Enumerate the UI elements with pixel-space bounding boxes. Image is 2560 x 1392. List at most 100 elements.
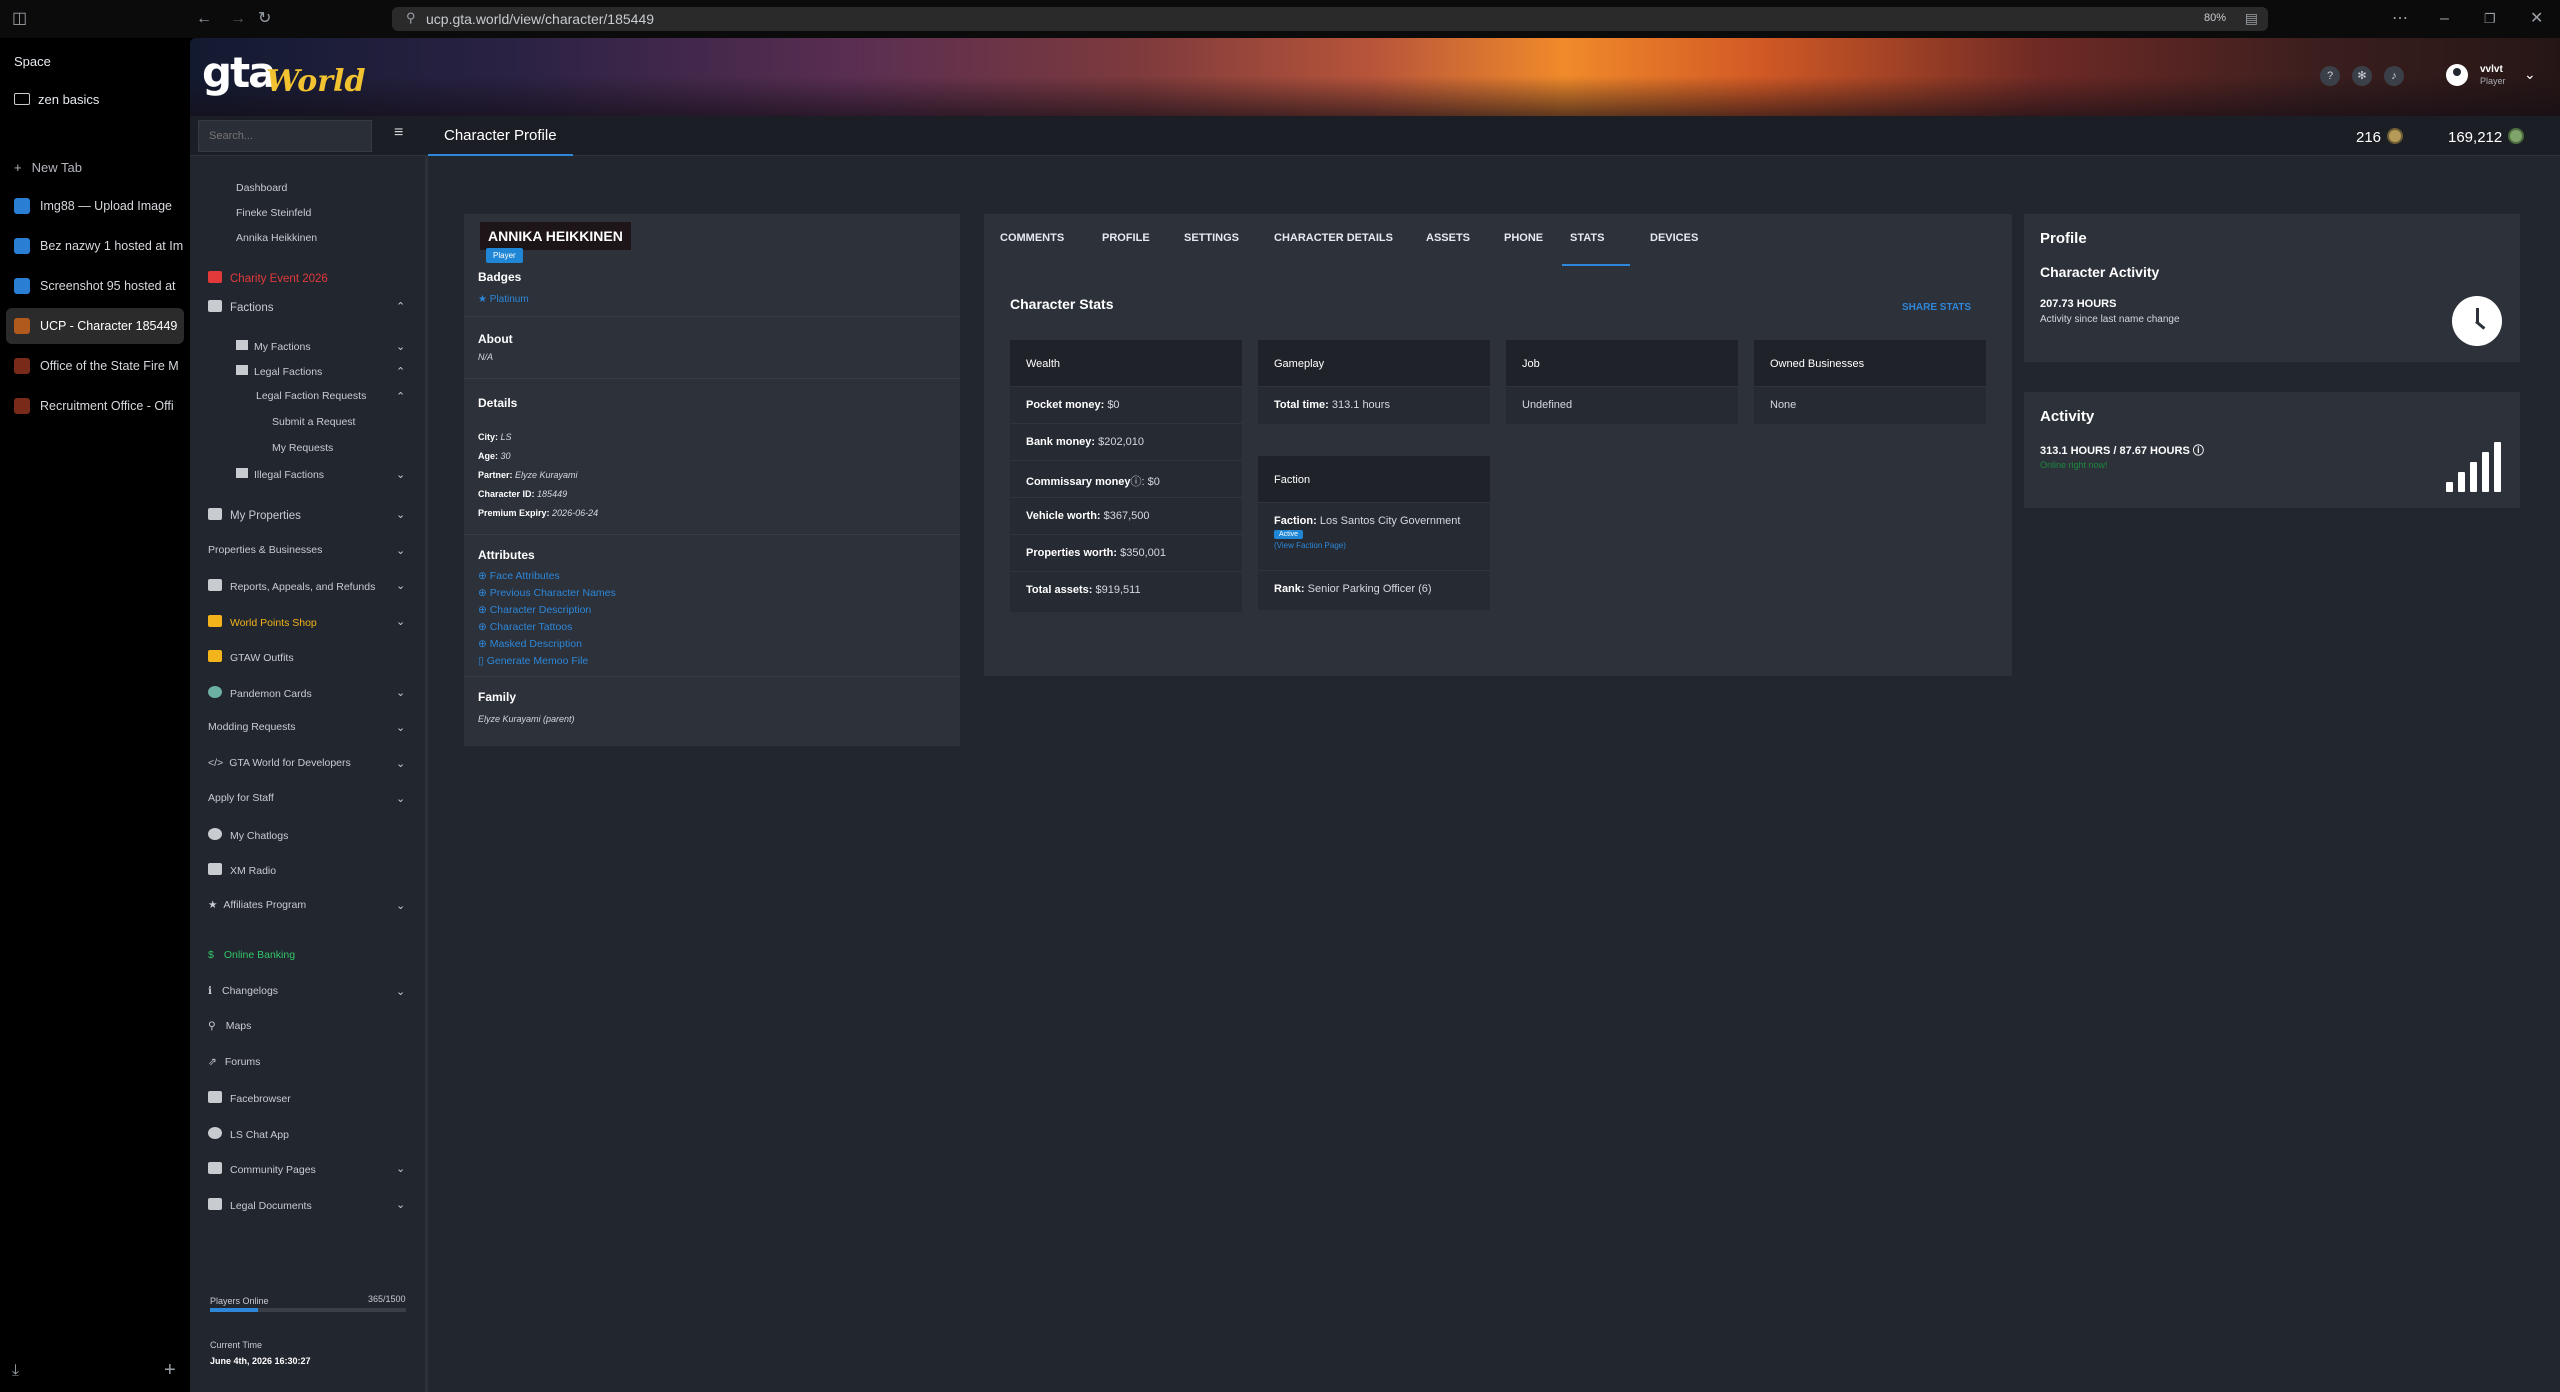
add-icon[interactable]: + [164, 1359, 176, 1382]
attribute-link[interactable]: ⊕ Face Attributes [478, 570, 560, 582]
nav-world-points-shop[interactable]: World Points Shop [208, 615, 317, 629]
nav-changelogs[interactable]: ℹ Changelogs [208, 985, 278, 997]
nav-gtaw-outfits[interactable]: GTAW Outfits [208, 650, 294, 664]
chevron-down-icon[interactable]: ⌄ [396, 468, 405, 481]
chevron-down-icon[interactable]: ⌄ [396, 757, 405, 770]
nav-facebrowser[interactable]: Facebrowser [208, 1091, 291, 1105]
tab-phone[interactable]: PHONE [1504, 232, 1543, 244]
tab-assets[interactable]: ASSETS [1426, 232, 1470, 244]
attribute-link[interactable]: ⊕ Character Description [478, 604, 591, 616]
chevron-down-icon[interactable]: ⌄ [396, 508, 405, 521]
nav-legal-factions[interactable]: Legal Factions [236, 365, 322, 378]
more-icon[interactable]: ⋯ [2392, 10, 2408, 28]
chevron-up-icon[interactable]: ⌃ [396, 390, 405, 403]
chevron-down-icon[interactable]: ⌄ [396, 899, 405, 912]
nav-factions[interactable]: Factions [208, 300, 273, 314]
reader-mode-icon[interactable]: ▤ [2245, 10, 2258, 27]
nav-modding-requests[interactable]: Modding Requests [208, 721, 296, 733]
nav-affiliates[interactable]: ★ Affiliates Program [208, 899, 306, 911]
attribute-link[interactable]: ▯ Generate Memoo File [478, 655, 588, 667]
settings-icon[interactable]: ✻ [2352, 66, 2372, 86]
url-bar[interactable]: ⚲ ucp.gta.world/view/character/185449 80… [392, 7, 2268, 31]
nav-character-fineke[interactable]: Fineke Steinfeld [236, 207, 311, 219]
chevron-up-icon[interactable]: ⌃ [396, 365, 405, 378]
downloads-icon[interactable]: ⤓ [12, 1362, 19, 1380]
chevron-down-icon[interactable]: ⌄ [396, 1162, 405, 1175]
nav-forums[interactable]: ⇗ Forums [208, 1056, 260, 1068]
site-info-icon[interactable]: ⚲ [406, 10, 416, 26]
tab-comments[interactable]: COMMENTS [1000, 232, 1064, 244]
search-input[interactable] [198, 120, 372, 152]
browser-tab[interactable]: Office of the State Fire M [6, 348, 184, 384]
notifications-icon[interactable]: ♪ [2384, 66, 2404, 86]
chevron-up-icon[interactable]: ⌃ [396, 300, 405, 313]
chevron-down-icon[interactable]: ⌄ [396, 1198, 405, 1211]
chevron-down-icon[interactable]: ⌄ [396, 340, 405, 353]
nav-pandemon-cards[interactable]: Pandemon Cards [208, 686, 312, 700]
sidebar-toggle-icon[interactable]: ◫ [12, 10, 27, 28]
menu-toggle-icon[interactable]: ≡ [394, 124, 403, 142]
nav-character-annika[interactable]: Annika Heikkinen [236, 232, 317, 244]
question-circle-icon[interactable]: ⓘ [1131, 476, 1142, 488]
close-window-icon[interactable]: ✕ [2530, 10, 2543, 28]
browser-tab[interactable]: Bez nazwy 1 hosted at Im [6, 228, 184, 264]
help-icon[interactable]: ? [2320, 66, 2340, 86]
nav-community-pages[interactable]: Community Pages [208, 1162, 316, 1176]
folder-zen-basics[interactable]: zen basics [14, 92, 99, 107]
chevron-down-icon[interactable]: ⌄ [396, 686, 405, 699]
tab-devices[interactable]: DEVICES [1650, 232, 1698, 244]
nav-legal-documents[interactable]: Legal Documents [208, 1198, 312, 1212]
chevron-down-icon[interactable]: ⌄ [396, 721, 405, 734]
user-menu-chevron-icon[interactable]: ⌄ [2524, 66, 2536, 83]
back-icon[interactable]: ← [196, 10, 212, 28]
badge-platinum[interactable]: ★ Platinum [478, 294, 529, 305]
nav-my-chatlogs[interactable]: My Chatlogs [208, 828, 288, 842]
chevron-down-icon[interactable]: ⌄ [396, 615, 405, 628]
workspace-name[interactable]: Space [14, 54, 51, 69]
reload-icon[interactable]: ↻ [258, 10, 271, 28]
url-text[interactable]: ucp.gta.world/view/character/185449 [426, 11, 654, 27]
nav-properties-businesses[interactable]: Properties & Businesses [208, 544, 322, 556]
zoom-level[interactable]: 80% [2204, 12, 2226, 24]
nav-illegal-factions[interactable]: Illegal Factions [236, 468, 324, 481]
browser-tab[interactable]: UCP - Character 185449 [6, 308, 184, 344]
share-stats-button[interactable]: SHARE STATS [1902, 302, 1971, 313]
nav-submit-request[interactable]: Submit a Request [272, 416, 355, 428]
chevron-down-icon[interactable]: ⌄ [396, 579, 405, 592]
nav-dashboard[interactable]: Dashboard [236, 182, 287, 194]
attribute-link[interactable]: ⊕ Masked Description [478, 638, 582, 650]
browser-tab[interactable]: Screenshot 95 hosted at [6, 268, 184, 304]
nav-developers[interactable]: </> GTA World for Developers [208, 757, 351, 769]
nav-charity-event[interactable]: Charity Event 2026 [208, 271, 328, 285]
chevron-down-icon[interactable]: ⌄ [396, 544, 405, 557]
nav-online-banking[interactable]: $ Online Banking [208, 949, 295, 961]
attribute-link[interactable]: ⊕ Character Tattoos [478, 621, 572, 633]
forward-icon[interactable]: → [230, 10, 246, 28]
nav-maps[interactable]: ⚲ Maps [208, 1020, 251, 1032]
browser-tab[interactable]: Img88 — Upload Image [6, 188, 184, 224]
new-tab-button[interactable]: + New Tab [14, 160, 82, 175]
nav-legal-faction-requests[interactable]: Legal Faction Requests [256, 390, 366, 402]
nav-ls-chat-app[interactable]: LS Chat App [208, 1127, 289, 1141]
tab-character-details[interactable]: CHARACTER DETAILS [1274, 232, 1393, 244]
user-avatar-icon[interactable] [2446, 64, 2468, 86]
tab-stats[interactable]: STATS [1570, 232, 1604, 244]
minimize-icon[interactable]: – [2440, 10, 2449, 28]
nav-xm-radio[interactable]: XM Radio [208, 863, 276, 877]
tab-settings[interactable]: SETTINGS [1184, 232, 1239, 244]
info-circle-icon[interactable]: ⓘ [2193, 445, 2204, 457]
attribute-link[interactable]: ⊕ Previous Character Names [478, 587, 616, 599]
nav-reports[interactable]: Reports, Appeals, and Refunds [208, 579, 375, 593]
nav-my-requests[interactable]: My Requests [272, 442, 333, 454]
user-name[interactable]: vvlvt [2480, 64, 2503, 75]
chevron-down-icon[interactable]: ⌄ [396, 792, 405, 805]
nav-my-factions[interactable]: My Factions [236, 340, 311, 353]
view-faction-link[interactable]: (View Faction Page) [1274, 541, 1346, 550]
maximize-icon[interactable]: ❐ [2484, 10, 2496, 28]
tab-profile[interactable]: PROFILE [1102, 232, 1150, 244]
nav-apply-staff[interactable]: Apply for Staff [208, 792, 274, 804]
chevron-down-icon[interactable]: ⌄ [396, 985, 405, 998]
browser-tab[interactable]: Recruitment Office - Offi [6, 388, 184, 424]
nav-my-properties[interactable]: My Properties [208, 508, 301, 522]
gta-world-logo[interactable]: gta [202, 48, 276, 97]
